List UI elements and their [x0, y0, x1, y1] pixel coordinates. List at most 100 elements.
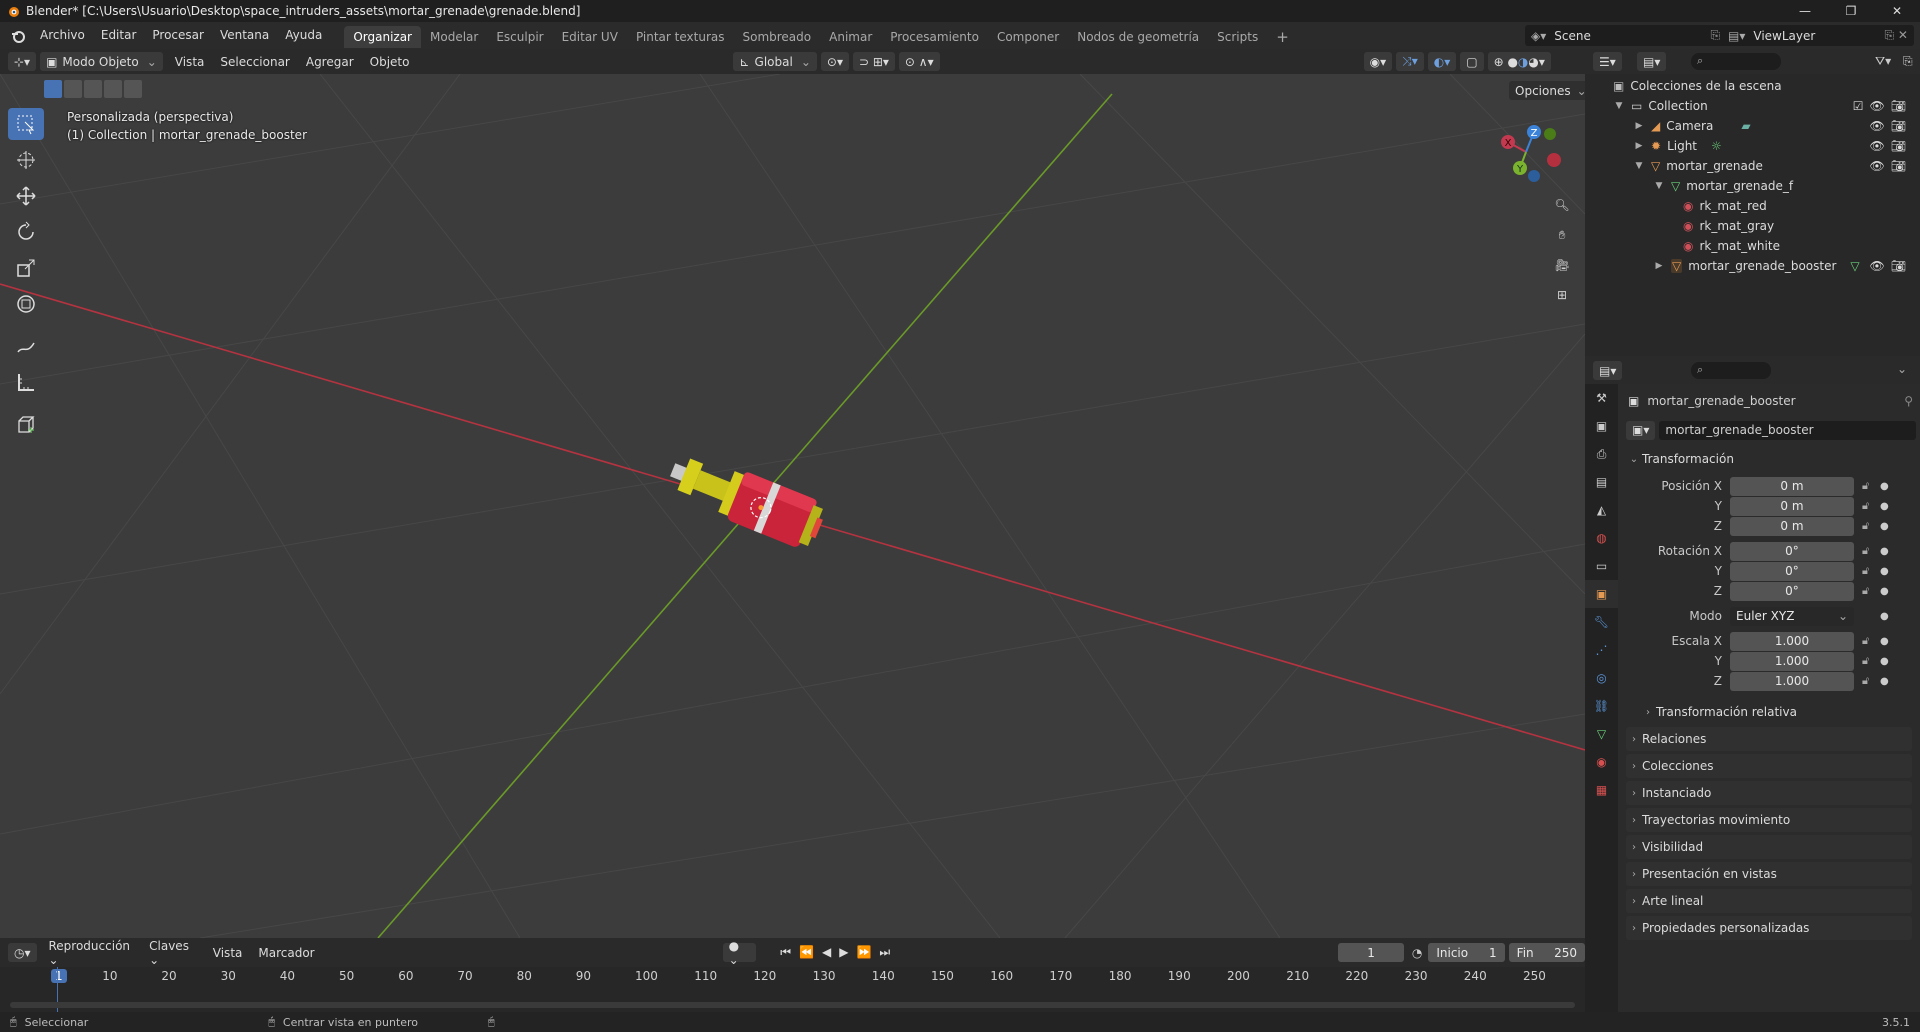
display-mode-dropdown[interactable]: ▤▾: [1637, 52, 1667, 71]
filter-icon[interactable]: ⛛▾: [1875, 54, 1891, 69]
overlays-toggle[interactable]: ◐▾: [1427, 52, 1457, 71]
tab-editar-uv[interactable]: Editar UV: [553, 26, 627, 48]
pin-icon[interactable]: ⚲: [1904, 394, 1913, 408]
menu-editar[interactable]: Editar: [93, 22, 145, 49]
lock-icon[interactable]: 🔓︎: [1862, 634, 1876, 648]
tab-procesamiento[interactable]: Procesamiento: [881, 26, 988, 48]
camera-render-icon[interactable]: 📷︎: [1891, 119, 1906, 133]
object-name-field[interactable]: mortar_grenade_booster: [1659, 420, 1916, 440]
tab-scripts[interactable]: Scripts: [1208, 26, 1267, 48]
select-subtract-icon[interactable]: [84, 80, 102, 98]
jump-prev-key-icon[interactable]: ⏪: [799, 945, 822, 959]
new-collection-icon[interactable]: ⎘: [1903, 54, 1913, 69]
camera-render-icon[interactable]: 📷︎: [1891, 99, 1906, 113]
section-colecciones[interactable]: › Colecciones: [1626, 754, 1912, 778]
menu-reproduccion[interactable]: Reproducción ⌄: [41, 939, 142, 967]
tab-organizar[interactable]: Organizar: [344, 25, 421, 48]
tab-modelar[interactable]: Modelar: [421, 26, 487, 48]
minimize-button[interactable]: —: [1782, 0, 1828, 22]
auto-keying-toggle[interactable]: ● ⌄: [722, 939, 757, 967]
camera-view-icon[interactable]: 🎥︎: [1547, 250, 1577, 280]
add-cube-tool[interactable]: [8, 408, 44, 440]
modifiers-tab-icon[interactable]: 🔧︎: [1585, 608, 1618, 636]
properties-editor-type[interactable]: ▤▾: [1593, 361, 1623, 380]
rotation-z-field[interactable]: 0°: [1730, 581, 1854, 601]
keyframe-dot-icon[interactable]: ●: [1880, 566, 1889, 577]
section-arte-lineal[interactable]: › Arte lineal: [1626, 889, 1912, 913]
properties-search-input[interactable]: ⌕: [1691, 362, 1771, 379]
menu-vista[interactable]: Vista: [167, 55, 213, 69]
material-tab-icon[interactable]: ◉: [1585, 748, 1618, 776]
menu-seleccionar[interactable]: Seleccionar: [212, 55, 297, 69]
outliner-item-material-white[interactable]: ◉ rk_mat_white: [1585, 236, 1920, 256]
section-instanciado[interactable]: › Instanciado: [1626, 781, 1912, 805]
keyframe-dot-icon[interactable]: ●: [1880, 521, 1889, 532]
keyframe-dot-icon[interactable]: ●: [1880, 586, 1889, 597]
keyframe-dot-icon[interactable]: ●: [1880, 676, 1889, 687]
tab-pintar-texturas[interactable]: Pintar texturas: [627, 26, 734, 48]
lock-icon[interactable]: 🔓︎: [1862, 499, 1876, 513]
ortho-grid-icon[interactable]: ⊞: [1547, 280, 1577, 310]
lock-icon[interactable]: 🔓︎: [1862, 654, 1876, 668]
viewlayer-actions-icon[interactable]: ⎘ ✕: [1885, 28, 1908, 43]
scale-y-field[interactable]: 1.000: [1730, 651, 1854, 671]
gizmo-toggle[interactable]: ⤨▾: [1396, 52, 1424, 71]
camera-render-icon[interactable]: 📷︎: [1891, 159, 1906, 173]
section-relaciones[interactable]: › Relaciones: [1626, 727, 1912, 751]
zoom-icon[interactable]: 🔍︎: [1547, 190, 1577, 220]
object-datablock-icon[interactable]: ▣▾: [1626, 420, 1656, 440]
tab-componer[interactable]: Componer: [988, 26, 1068, 48]
eye-icon[interactable]: 👁︎: [1870, 99, 1885, 113]
timeline-editor-type[interactable]: ◷▾: [8, 943, 37, 962]
options-dropdown[interactable]: Opciones ⌄: [1509, 81, 1585, 100]
constraints-tab-icon[interactable]: ⛓: [1585, 692, 1618, 720]
proportional-edit-toggle[interactable]: ⊙ ∧▾: [898, 52, 940, 71]
scale-x-field[interactable]: 1.000: [1730, 631, 1854, 651]
outliner-item-light[interactable]: ▶ ✹ Light ☼ 👁︎ 📷︎: [1585, 136, 1920, 156]
position-x-field[interactable]: 0 m: [1730, 476, 1854, 496]
render-tab-icon[interactable]: ▣: [1585, 412, 1618, 440]
orientation-dropdown[interactable]: ⊾ Global ⌄: [733, 52, 817, 71]
transform-tool[interactable]: [8, 288, 44, 320]
keyframe-dot-icon[interactable]: ●: [1880, 501, 1889, 512]
tab-nodos-geometria[interactable]: Nodos de geometría: [1068, 26, 1208, 48]
expand-arrow-icon[interactable]: ▼: [1613, 101, 1625, 111]
select-box-tool[interactable]: [8, 108, 44, 140]
rotation-x-field[interactable]: 0°: [1730, 541, 1854, 561]
section-propiedades-personalizadas[interactable]: › Propiedades personalizadas: [1626, 916, 1912, 940]
close-button[interactable]: ✕: [1874, 0, 1920, 22]
view-layer-tab-icon[interactable]: ▤: [1585, 468, 1618, 496]
shading-modes[interactable]: ⊕ ● ◑ ◕▾: [1487, 52, 1551, 71]
lock-icon[interactable]: 🔓︎: [1862, 544, 1876, 558]
eye-icon[interactable]: 👁︎: [1870, 159, 1885, 173]
section-transformacion[interactable]: ⌄ Transformación: [1626, 447, 1912, 471]
expand-arrow-icon[interactable]: ▶: [1633, 141, 1645, 151]
menu-vista-timeline[interactable]: Vista: [205, 946, 251, 960]
xray-toggle[interactable]: ▢: [1460, 52, 1484, 71]
lock-icon[interactable]: 🔓︎: [1862, 584, 1876, 598]
add-workspace-button[interactable]: +: [1267, 26, 1298, 48]
position-z-field[interactable]: 0 m: [1730, 516, 1854, 536]
keyframe-dot-icon[interactable]: ●: [1880, 636, 1889, 647]
menu-ventana[interactable]: Ventana: [212, 22, 277, 49]
cursor-tool[interactable]: [8, 144, 44, 176]
keyframe-dot-icon[interactable]: ●: [1880, 481, 1889, 492]
position-y-field[interactable]: 0 m: [1730, 496, 1854, 516]
menu-objeto[interactable]: Objeto: [362, 55, 418, 69]
physics-tab-icon[interactable]: ◎: [1585, 664, 1618, 692]
tab-esculpir[interactable]: Esculpir: [487, 26, 552, 48]
texture-tab-icon[interactable]: ▦: [1585, 776, 1618, 804]
section-trayectorias[interactable]: › Trayectorias movimiento: [1626, 808, 1912, 832]
tab-animar[interactable]: Animar: [820, 26, 881, 48]
start-frame-field[interactable]: Inicio 1: [1428, 943, 1505, 962]
expand-arrow-icon[interactable]: ▼: [1653, 181, 1665, 191]
3d-viewport[interactable]: Personalizada (perspectiva) (1) Collecti…: [0, 74, 1585, 938]
world-tab-icon[interactable]: ◍: [1585, 524, 1618, 552]
rotate-tool[interactable]: [8, 216, 44, 248]
checkbox-icon[interactable]: ☑: [1853, 99, 1864, 113]
section-transformacion-relativa[interactable]: › Transformación relativa: [1640, 700, 1912, 724]
tool-tab-icon[interactable]: ⚒: [1585, 384, 1618, 412]
select-invert-icon[interactable]: [104, 80, 122, 98]
rotation-y-field[interactable]: 0°: [1730, 561, 1854, 581]
menu-archivo[interactable]: Archivo: [32, 22, 93, 49]
